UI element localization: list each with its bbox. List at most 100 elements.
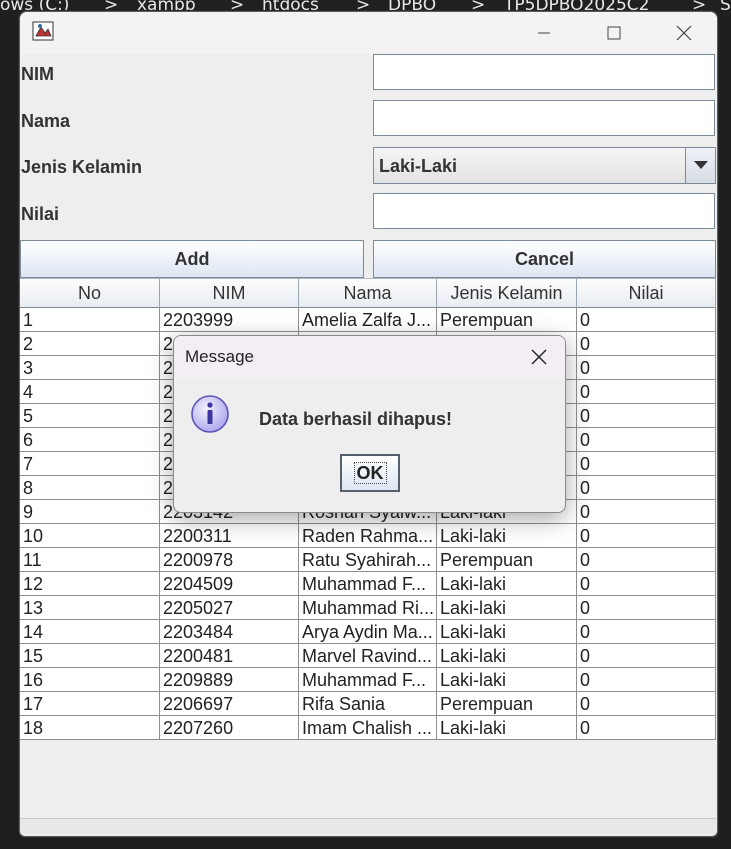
jenis-kelamin-select[interactable]: Laki-Laki bbox=[373, 147, 716, 184]
cell-nim[interactable]: 2205027 bbox=[160, 596, 299, 620]
horizontal-scrollbar[interactable] bbox=[20, 818, 716, 834]
cell-nama[interactable]: Raden Rahma... bbox=[299, 524, 437, 548]
maximize-button[interactable] bbox=[591, 18, 637, 48]
cell-nama[interactable]: Muhammad F... bbox=[299, 668, 437, 692]
cell-nama[interactable]: Muhammad Ri... bbox=[299, 596, 437, 620]
cell-nilai[interactable]: 0 bbox=[577, 332, 716, 356]
table-row[interactable]: 11 2200978 Ratu Syahirah... Perempuan 0 bbox=[20, 548, 716, 572]
path-next[interactable]: S bbox=[720, 0, 731, 14]
cell-nama[interactable]: Ratu Syahirah... bbox=[299, 548, 437, 572]
table-row[interactable]: 14 2203484 Arya Aydin Ma... Laki-laki 0 bbox=[20, 620, 716, 644]
cell-nilai[interactable]: 0 bbox=[577, 548, 716, 572]
column-header-nama[interactable]: Nama bbox=[299, 278, 437, 308]
cell-nama[interactable]: Imam Chalish ... bbox=[299, 716, 437, 740]
cell-no[interactable]: 4 bbox=[20, 380, 160, 404]
cell-nilai[interactable]: 0 bbox=[577, 500, 716, 524]
ok-button[interactable]: OK bbox=[340, 454, 400, 492]
cell-nim[interactable]: 2200978 bbox=[160, 548, 299, 572]
minimize-button[interactable] bbox=[521, 18, 567, 48]
table-row[interactable]: 18 2207260 Imam Chalish ... Laki-laki 0 bbox=[20, 716, 716, 740]
cell-jenis-kelamin[interactable]: Laki-laki bbox=[437, 524, 577, 548]
cell-no[interactable]: 9 bbox=[20, 500, 160, 524]
table-row[interactable]: 12 2204509 Muhammad F... Laki-laki 0 bbox=[20, 572, 716, 596]
cell-nama[interactable]: Muhammad F... bbox=[299, 572, 437, 596]
cell-nim[interactable]: 2200311 bbox=[160, 524, 299, 548]
cell-nim[interactable]: 2200481 bbox=[160, 644, 299, 668]
cell-no[interactable]: 11 bbox=[20, 548, 160, 572]
table-row[interactable]: 1 2203999 Amelia Zalfa J... Perempuan 0 bbox=[20, 308, 716, 332]
cell-nilai[interactable]: 0 bbox=[577, 404, 716, 428]
cell-nama[interactable]: Rifa Sania bbox=[299, 692, 437, 716]
cell-jenis-kelamin[interactable]: Laki-laki bbox=[437, 644, 577, 668]
dropdown-button[interactable] bbox=[685, 148, 715, 183]
cell-no[interactable]: 15 bbox=[20, 644, 160, 668]
column-header-nim[interactable]: NIM bbox=[160, 278, 299, 308]
dialog-title-bar[interactable]: Message bbox=[174, 336, 565, 378]
table-row[interactable]: 15 2200481 Marvel Ravind... Laki-laki 0 bbox=[20, 644, 716, 668]
cell-nama[interactable]: Amelia Zalfa J... bbox=[299, 308, 437, 332]
cell-no[interactable]: 14 bbox=[20, 620, 160, 644]
cell-no[interactable]: 12 bbox=[20, 572, 160, 596]
cell-nim[interactable]: 2209889 bbox=[160, 668, 299, 692]
cell-no[interactable]: 8 bbox=[20, 476, 160, 500]
cell-no[interactable]: 5 bbox=[20, 404, 160, 428]
cell-no[interactable]: 18 bbox=[20, 716, 160, 740]
cell-no[interactable]: 16 bbox=[20, 668, 160, 692]
cell-no[interactable]: 13 bbox=[20, 596, 160, 620]
cell-no[interactable]: 1 bbox=[20, 308, 160, 332]
cell-jenis-kelamin[interactable]: Laki-laki bbox=[437, 668, 577, 692]
cell-nama[interactable]: Arya Aydin Ma... bbox=[299, 620, 437, 644]
table-row[interactable]: 13 2205027 Muhammad Ri... Laki-laki 0 bbox=[20, 596, 716, 620]
cell-nim[interactable]: 2204509 bbox=[160, 572, 299, 596]
cell-jenis-kelamin[interactable]: Laki-laki bbox=[437, 596, 577, 620]
cell-nilai[interactable]: 0 bbox=[577, 644, 716, 668]
cell-nim[interactable]: 2203484 bbox=[160, 620, 299, 644]
dialog-message: Data berhasil dihapus! bbox=[259, 409, 453, 429]
close-button[interactable] bbox=[661, 18, 707, 48]
cell-jenis-kelamin[interactable]: Laki-laki bbox=[437, 572, 577, 596]
java-app-icon bbox=[32, 21, 54, 41]
cell-jenis-kelamin[interactable]: Perempuan bbox=[437, 308, 577, 332]
nim-field[interactable] bbox=[373, 54, 715, 90]
cell-jenis-kelamin[interactable]: Perempuan bbox=[437, 548, 577, 572]
cell-nim[interactable]: 2207260 bbox=[160, 716, 299, 740]
cell-jenis-kelamin[interactable]: Laki-laki bbox=[437, 716, 577, 740]
dialog-close-button[interactable] bbox=[528, 346, 550, 368]
cell-no[interactable]: 2 bbox=[20, 332, 160, 356]
cell-nilai[interactable]: 0 bbox=[577, 692, 716, 716]
cell-nilai[interactable]: 0 bbox=[577, 380, 716, 404]
message-dialog: Message Data berhasil dihapus! OK bbox=[173, 335, 566, 513]
cell-nilai[interactable]: 0 bbox=[577, 716, 716, 740]
column-header-jenis-kelamin[interactable]: Jenis Kelamin bbox=[437, 278, 577, 308]
nilai-field[interactable] bbox=[373, 193, 715, 229]
column-header-no[interactable]: No bbox=[20, 278, 160, 308]
cell-jenis-kelamin[interactable]: Perempuan bbox=[437, 692, 577, 716]
cell-nilai[interactable]: 0 bbox=[577, 476, 716, 500]
table-row[interactable]: 16 2209889 Muhammad F... Laki-laki 0 bbox=[20, 668, 716, 692]
cell-nim[interactable]: 2203999 bbox=[160, 308, 299, 332]
cell-jenis-kelamin[interactable]: Laki-laki bbox=[437, 620, 577, 644]
cell-nilai[interactable]: 0 bbox=[577, 596, 716, 620]
add-button[interactable]: Add bbox=[20, 240, 364, 278]
cell-nilai[interactable]: 0 bbox=[577, 524, 716, 548]
cell-no[interactable]: 3 bbox=[20, 356, 160, 380]
cell-nilai[interactable]: 0 bbox=[577, 308, 716, 332]
title-bar[interactable] bbox=[20, 12, 717, 54]
cell-nilai[interactable]: 0 bbox=[577, 620, 716, 644]
nama-field[interactable] bbox=[373, 100, 715, 136]
cell-nilai[interactable]: 0 bbox=[577, 668, 716, 692]
cancel-button[interactable]: Cancel bbox=[373, 240, 716, 278]
cell-no[interactable]: 10 bbox=[20, 524, 160, 548]
cell-no[interactable]: 7 bbox=[20, 452, 160, 476]
cell-no[interactable]: 17 bbox=[20, 692, 160, 716]
cell-nilai[interactable]: 0 bbox=[577, 356, 716, 380]
cell-no[interactable]: 6 bbox=[20, 428, 160, 452]
cell-nilai[interactable]: 0 bbox=[577, 572, 716, 596]
table-row[interactable]: 17 2206697 Rifa Sania Perempuan 0 bbox=[20, 692, 716, 716]
cell-nilai[interactable]: 0 bbox=[577, 428, 716, 452]
cell-nim[interactable]: 2206697 bbox=[160, 692, 299, 716]
column-header-nilai[interactable]: Nilai bbox=[577, 278, 716, 308]
cell-nilai[interactable]: 0 bbox=[577, 452, 716, 476]
table-row[interactable]: 10 2200311 Raden Rahma... Laki-laki 0 bbox=[20, 524, 716, 548]
cell-nama[interactable]: Marvel Ravind... bbox=[299, 644, 437, 668]
